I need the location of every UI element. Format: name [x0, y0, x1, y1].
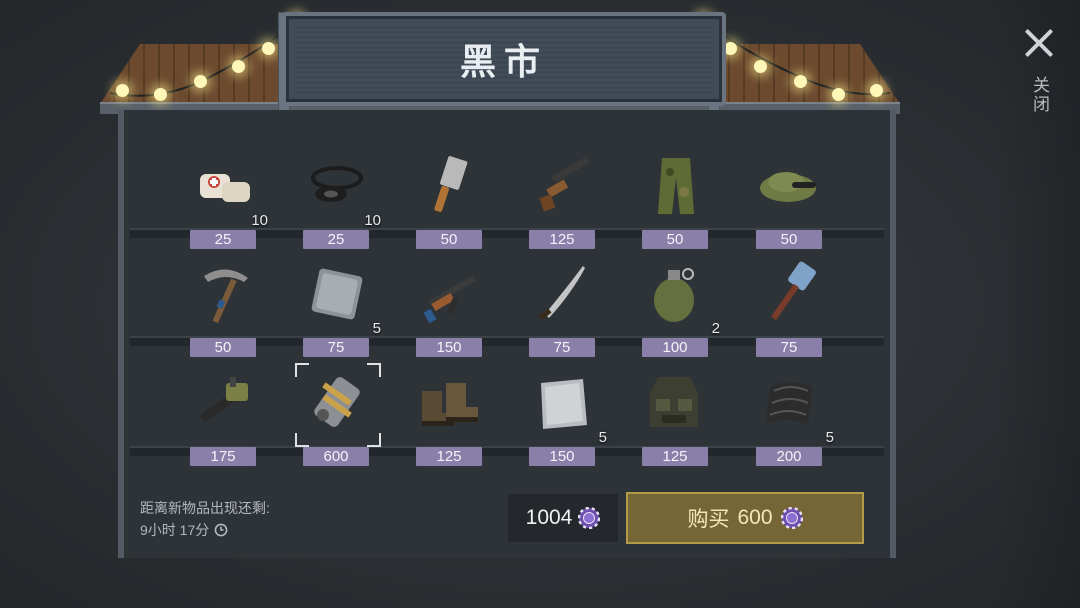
- close-icon[interactable]: [1024, 28, 1054, 58]
- price-tag: 50: [190, 338, 256, 357]
- shop-item-chainsaw[interactable]: 175: [176, 361, 272, 466]
- boots-icon[interactable]: [416, 369, 484, 437]
- tactical-vest-icon[interactable]: [642, 369, 710, 437]
- shop-item-camo-pants[interactable]: 50: [628, 144, 724, 249]
- buy-button[interactable]: 购买 600: [626, 492, 864, 544]
- light-bulb: [754, 60, 767, 73]
- price-tag: 600: [303, 447, 369, 466]
- shop-item-rubber-mat[interactable]: 5 200: [742, 361, 838, 466]
- light-bulb: [832, 88, 845, 101]
- shop-item-sledgehammer[interactable]: 75: [742, 252, 838, 357]
- price-tag: 175: [190, 447, 256, 466]
- camo-cap-icon[interactable]: [756, 152, 824, 220]
- price-tag: 125: [642, 447, 708, 466]
- shop-item-engine-part[interactable]: 600: [289, 361, 385, 466]
- rubber-mat-icon[interactable]: [756, 369, 824, 437]
- close-label[interactable]: 关闭: [1029, 76, 1049, 114]
- selection-corner: [367, 363, 381, 377]
- shop-item-steel-plate[interactable]: 5 75: [289, 252, 385, 357]
- machete-icon[interactable]: [529, 260, 597, 328]
- rubber-seals-icon[interactable]: [303, 152, 371, 220]
- item-quantity: 10: [251, 212, 268, 229]
- shop-item-tactical-vest[interactable]: 125: [628, 361, 724, 466]
- price-tag: 100: [642, 338, 708, 357]
- shop-item-rubber-seals[interactable]: 10 25: [289, 144, 385, 249]
- grenade-icon[interactable]: [642, 260, 710, 328]
- restock-timer: 9小时 17分: [140, 520, 228, 540]
- restock-timer-value: 9小时 17分: [140, 522, 210, 538]
- shop-cabinet: 10 25 10 25 50 125 50 50 50 5 75 150 75 2 100 75 175 600 1…: [118, 110, 896, 558]
- item-quantity: 5: [825, 429, 834, 446]
- sledgehammer-icon[interactable]: [756, 260, 824, 328]
- price-tag: 150: [529, 447, 595, 466]
- light-bulb: [116, 84, 129, 97]
- price-tag: 75: [529, 338, 595, 357]
- cleaver-icon[interactable]: [416, 152, 484, 220]
- currency-balance: 1004: [508, 494, 618, 542]
- light-bulb: [794, 75, 807, 88]
- shop-item-cleaver[interactable]: 50: [402, 144, 498, 249]
- market-sign: 黑市: [282, 12, 726, 106]
- selection-corner: [367, 433, 381, 447]
- poker-chip-icon: [578, 507, 601, 529]
- light-bulb: [870, 84, 883, 97]
- shop-item-machete[interactable]: 75: [515, 252, 611, 357]
- item-quantity: 5: [372, 320, 381, 337]
- item-quantity: 2: [711, 320, 720, 337]
- pickaxe-icon[interactable]: [190, 260, 258, 328]
- price-tag: 125: [416, 447, 482, 466]
- shop-item-pickaxe[interactable]: 50: [176, 252, 272, 357]
- buy-price[interactable]: 600: [737, 506, 772, 530]
- shop-item-metal-sheet[interactable]: 5 150: [515, 361, 611, 466]
- price-tag: 75: [303, 338, 369, 357]
- shop-item-camo-cap[interactable]: 50: [742, 144, 838, 249]
- poker-chip-icon[interactable]: [780, 507, 803, 529]
- price-tag: 50: [756, 230, 822, 249]
- price-tag: 25: [303, 230, 369, 249]
- price-tag: 75: [756, 338, 822, 357]
- price-tag: 50: [642, 230, 708, 249]
- shop-item-bandages[interactable]: 10 25: [176, 144, 272, 249]
- item-quantity: 10: [364, 212, 381, 229]
- light-bulb: [194, 75, 207, 88]
- price-tag: 125: [529, 230, 595, 249]
- price-tag: 150: [416, 338, 482, 357]
- assault-rifle-icon[interactable]: [416, 260, 484, 328]
- engine-part-icon[interactable]: [303, 369, 371, 437]
- item-quantity: 5: [598, 429, 607, 446]
- light-bulb: [262, 42, 275, 55]
- price-tag: 50: [416, 230, 482, 249]
- page-title: 黑市: [459, 41, 548, 82]
- sign-plate: 黑市: [296, 24, 712, 94]
- shop-item-sawed-off-shotgun[interactable]: 125: [515, 144, 611, 249]
- bandages-icon[interactable]: [190, 152, 258, 220]
- selection-corner: [295, 363, 309, 377]
- shop-footer: 距离新物品出现还剩: 9小时 17分 1004 购买 600: [124, 490, 890, 558]
- clock-icon: [214, 523, 228, 537]
- light-bulb: [154, 88, 167, 101]
- light-bulb: [232, 60, 245, 73]
- chainsaw-icon[interactable]: [190, 369, 258, 437]
- steel-plate-icon[interactable]: [303, 260, 371, 328]
- item-grid: 10 25 10 25 50 125 50 50 50 5 75 150 75 2 100 75 175 600 1…: [130, 120, 884, 490]
- restock-timer-label: 距离新物品出现还剩:: [140, 500, 270, 516]
- price-tag: 25: [190, 230, 256, 249]
- shop-item-grenade[interactable]: 2 100: [628, 252, 724, 357]
- sawed-off-shotgun-icon[interactable]: [529, 152, 597, 220]
- balance-value: 1004: [525, 506, 573, 529]
- shop-item-assault-rifle[interactable]: 150: [402, 252, 498, 357]
- shop-item-boots[interactable]: 125: [402, 361, 498, 466]
- selection-corner: [295, 433, 309, 447]
- price-tag: 200: [756, 447, 822, 466]
- close-button[interactable]: 关闭: [1022, 22, 1056, 142]
- buy-label[interactable]: 购买: [687, 503, 729, 533]
- metal-sheet-icon[interactable]: [529, 369, 597, 437]
- camo-pants-icon[interactable]: [642, 152, 710, 220]
